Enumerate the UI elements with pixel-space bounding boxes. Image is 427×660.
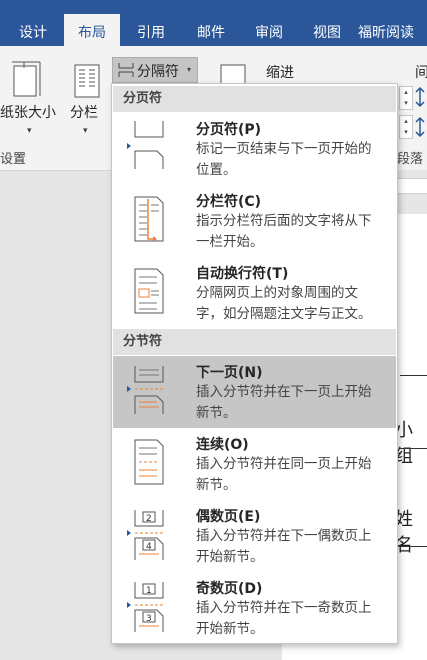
paper-size-button[interactable]: 纸张大小 <box>0 102 56 122</box>
menu-item-description: 分隔网页上的对象周围的文 字，如分隔题注文字与正文。 <box>196 285 372 322</box>
menu-item-even-page[interactable]: 2 4 偶数页(E) 插入分节符并在下一偶数页上 开始新节。 <box>113 500 396 572</box>
document-line <box>400 448 427 449</box>
even-page-icon: 2 4 <box>127 510 164 560</box>
breaks-icon <box>118 63 134 77</box>
menu-section-page-breaks: 分页符 <box>113 86 396 112</box>
breaks-menu: 分页符 分页符(P) 标记一页结束与下一页开始的 位置。 分栏符(C) 指示分栏符… <box>111 83 398 644</box>
tab-design[interactable]: 设计 <box>4 14 62 46</box>
menu-item-page-break[interactable]: 分页符(P) 标记一页结束与下一页开始的 位置。 <box>113 113 396 185</box>
document-text-fragment-2: 姓名 <box>395 509 413 556</box>
columns-icon <box>74 64 100 98</box>
tab-foxit-reader[interactable]: 福昕阅读 <box>358 14 427 46</box>
svg-text:3: 3 <box>146 614 152 624</box>
paper-size-caret-icon[interactable]: ▾ <box>27 126 32 136</box>
indent-right-spinner[interactable]: ▴ ▾ <box>399 115 413 139</box>
spacing-label: 间 <box>415 65 427 81</box>
tab-layout[interactable]: 布局 <box>64 14 120 46</box>
menu-section-section-breaks: 分节符 <box>113 329 396 355</box>
indent-label: 缩进 <box>266 65 294 81</box>
menu-item-title: 分页符(P) <box>196 122 262 138</box>
paper-size-icon <box>12 61 41 97</box>
spacing-arrows-icon <box>415 86 425 138</box>
tab-mailings[interactable]: 邮件 <box>182 14 240 46</box>
paragraph-group-label: 段落 <box>397 152 424 167</box>
menu-item-description: 插入分节符并在同一页上开始 新节。 <box>196 456 372 493</box>
breaks-button-label: 分隔符 <box>137 64 179 80</box>
menu-item-title: 连续(O) <box>196 437 249 453</box>
menu-item-title: 自动换行符(T) <box>196 266 289 282</box>
menu-item-column-break[interactable]: 分栏符(C) 指示分栏符后面的文字将从下 一栏开始。 <box>113 185 396 257</box>
menu-item-title: 下一页(N) <box>196 365 263 381</box>
document-line <box>400 546 427 547</box>
page-setup-group-label: 设置 <box>0 152 27 167</box>
menu-item-description: 指示分栏符后面的文字将从下 一栏开始。 <box>196 213 372 250</box>
menu-item-next-page[interactable]: 下一页(N) 插入分节符并在下一页上开始 新节。 <box>113 356 396 428</box>
continuous-icon <box>134 439 164 485</box>
chevron-down-icon: ▾ <box>187 65 192 74</box>
menu-item-description: 插入分节符并在下一页上开始 新节。 <box>196 384 372 421</box>
menu-item-text-wrapping-break[interactable]: 自动换行符(T) 分隔网页上的对象周围的文 字，如分隔题注文字与正文。 <box>113 257 396 329</box>
odd-page-icon: 1 3 <box>127 582 164 632</box>
document-line <box>400 375 427 376</box>
text-wrapping-icon <box>134 268 164 314</box>
horizontal-ruler[interactable] <box>395 178 427 194</box>
menu-item-title: 分栏符(C) <box>196 194 262 210</box>
columns-caret-icon[interactable]: ▾ <box>83 126 88 136</box>
menu-item-description: 标记一页结束与下一页开始的 位置。 <box>196 141 372 178</box>
menu-item-continuous[interactable]: 连续(O) 插入分节符并在同一页上开始 新节。 <box>113 428 396 500</box>
svg-text:4: 4 <box>146 542 152 552</box>
menu-item-title: 奇数页(D) <box>196 581 263 597</box>
next-page-icon <box>127 366 164 414</box>
menu-item-description: 插入分节符并在下一奇数页上 开始新节。 <box>196 600 372 637</box>
ribbon-tab-bar: 设计 布局 引用 邮件 审阅 视图 福昕阅读 <box>0 0 427 46</box>
tab-references[interactable]: 引用 <box>122 14 180 46</box>
menu-item-odd-page[interactable]: 1 3 奇数页(D) 插入分节符并在下一奇数页上 开始新节。 <box>113 572 396 644</box>
tab-view[interactable]: 视图 <box>298 14 356 46</box>
indent-left-spinner[interactable]: ▴ ▾ <box>399 86 413 110</box>
document-text-fragment-1: 小组 <box>395 420 413 467</box>
column-break-icon <box>134 196 164 242</box>
svg-text:2: 2 <box>146 514 152 524</box>
breaks-dropdown-button[interactable]: 分隔符 ▾ <box>112 57 198 83</box>
page-break-icon <box>127 121 164 169</box>
menu-item-title: 偶数页(E) <box>196 509 261 525</box>
tab-review[interactable]: 审阅 <box>240 14 298 46</box>
columns-button[interactable]: 分栏 <box>70 102 98 122</box>
menu-item-description: 插入分节符并在下一偶数页上 开始新节。 <box>196 528 372 565</box>
svg-text:1: 1 <box>146 586 152 596</box>
